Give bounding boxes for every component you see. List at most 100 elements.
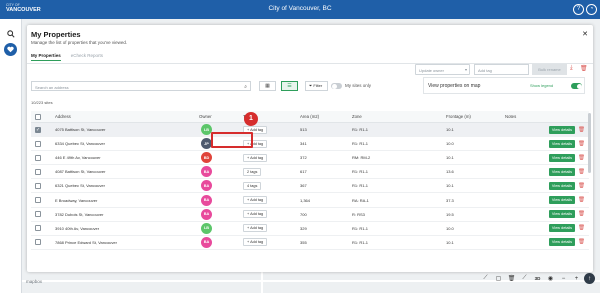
add-tag-button[interactable]: + Add tag <box>243 196 268 205</box>
address-cell[interactable]: 4075 Battison St, Vancouver <box>55 123 105 136</box>
address-cell[interactable]: E Broadway, Vancouver <box>55 193 97 206</box>
zone-cell: R1: R1-1 <box>352 239 369 245</box>
avatar[interactable]: BA <box>201 208 212 220</box>
zone-cell: RA: RA-1 <box>352 197 369 203</box>
tab-my-properties[interactable]: My Properties <box>31 53 61 61</box>
table-row[interactable]: 3910 40th Av, Vancouver LB + Add tag 329 R1:… <box>31 221 589 236</box>
area-cell: 367 <box>300 183 307 189</box>
view-details-button[interactable]: View details <box>549 167 575 176</box>
col-notes[interactable]: Notes <box>505 111 516 122</box>
table-row[interactable]: 6321 Quebec St, Vancouver BA 4 tags 367 R1: … <box>31 179 589 194</box>
filter-button[interactable]: ⏷ Filter <box>305 81 328 91</box>
account-icon[interactable]: ◔ <box>586 4 597 15</box>
search-icon[interactable] <box>4 27 17 40</box>
view-on-map-toggle[interactable] <box>571 83 582 89</box>
trash-icon[interactable]: 🗑 <box>578 197 585 203</box>
view-details-button[interactable]: View details <box>549 210 575 219</box>
table-row[interactable]: 4087 Battison St, Vancouver BA 2 tags 617 R1… <box>31 165 589 180</box>
table-row[interactable]: 446 E 49th Av, Vancouver BD + Add tag 372 RM… <box>31 151 589 166</box>
view-details-button[interactable]: View details <box>549 153 575 162</box>
zoom-in-icon[interactable]: + <box>571 273 582 284</box>
update-owner-select[interactable]: Update owner ▾ <box>415 64 470 75</box>
grid-view-button[interactable]: ▦ <box>259 81 276 91</box>
view-details-button[interactable]: View details <box>549 238 575 247</box>
avatar[interactable]: BA <box>201 166 212 178</box>
address-cell[interactable]: 6334 Quebec St, Vancouver <box>55 137 105 150</box>
add-tag-button[interactable]: 4 tags <box>243 181 262 190</box>
avatar[interactable]: BA <box>201 194 212 206</box>
trash-icon[interactable]: 🗑 <box>578 155 585 161</box>
trash-icon[interactable]: 🗑 <box>578 127 585 133</box>
avatar[interactable]: BA <box>201 236 212 248</box>
add-tag-input[interactable]: Add tag <box>474 64 529 75</box>
select-all-checkbox[interactable] <box>35 111 41 122</box>
tab-echeck-reports[interactable]: eCheck Reports <box>71 53 103 61</box>
area-cell: 700 <box>300 211 307 217</box>
add-tag-button[interactable]: + Add tag <box>243 238 268 247</box>
row-checkbox[interactable] <box>35 179 41 192</box>
table-scrollbar[interactable] <box>588 113 591 173</box>
row-checkbox[interactable] <box>35 137 41 150</box>
view-details-button[interactable]: View details <box>549 125 575 134</box>
row-checkbox[interactable] <box>35 193 41 206</box>
table-row[interactable]: 7868 Prince Edward St, Vancouver BA + Add … <box>31 235 589 250</box>
ruler-icon[interactable]: ⟋ <box>519 273 530 284</box>
trash-icon[interactable]: 🗑 <box>578 225 585 231</box>
list-view-button[interactable]: ☰ <box>281 81 298 91</box>
row-checkbox[interactable] <box>35 208 41 221</box>
draw-polygon-icon[interactable]: ▢ <box>493 273 504 284</box>
measure-icon[interactable]: ⟋ <box>480 273 491 284</box>
table-row[interactable]: 6334 Quebec St, Vancouver JP + Add tag 341 R… <box>31 137 589 152</box>
col-frontage[interactable]: Frontage (m) <box>446 111 471 122</box>
avatar[interactable]: BD <box>201 152 212 164</box>
delete-icon[interactable]: 🗑 <box>506 273 517 284</box>
address-cell[interactable]: 7868 Prince Edward St, Vancouver <box>55 236 117 249</box>
avatar[interactable]: BA <box>201 180 212 192</box>
bulk-rename-button[interactable]: Bulk rename <box>532 64 567 75</box>
col-zone[interactable]: Zone <box>352 111 362 122</box>
heart-icon[interactable] <box>4 43 17 56</box>
row-checkbox[interactable] <box>35 222 41 235</box>
add-tag-button[interactable]: + Add tag <box>243 224 268 233</box>
compass-icon[interactable]: ↑ <box>584 273 595 284</box>
table-row[interactable]: E Broadway, Vancouver BA + Add tag 1,364 RA:… <box>31 193 589 208</box>
col-area[interactable]: Area (m2) <box>300 111 319 122</box>
col-address[interactable]: Address <box>55 111 71 122</box>
add-tag-button[interactable]: 2 tags <box>243 167 262 176</box>
bulk-delete-icon[interactable]: 🗑 <box>580 65 588 72</box>
table-row[interactable]: 3782 Dubois St, Vancouver BA + Add tag 700 R… <box>31 207 589 222</box>
filter-label: Filter <box>313 83 323 88</box>
view-details-button[interactable]: View details <box>549 181 575 190</box>
address-cell[interactable]: 446 E 49th Av, Vancouver <box>55 151 101 164</box>
search-input[interactable]: Search an address ⌕ <box>31 81 251 91</box>
row-checkbox[interactable] <box>35 236 41 249</box>
show-legend-link[interactable]: Show legend <box>530 83 553 88</box>
zoom-out-icon[interactable]: − <box>558 273 569 284</box>
trash-icon[interactable]: 🗑 <box>578 211 585 217</box>
table-row[interactable]: ✓ 4075 Battison St, Vancouver LB + Add tag 5… <box>31 123 589 138</box>
row-checkbox[interactable]: ✓ <box>35 123 41 136</box>
address-cell[interactable]: 4087 Battison St, Vancouver <box>55 165 105 178</box>
close-icon[interactable]: ✕ <box>582 30 588 38</box>
toggle-3d-button[interactable]: 3D <box>532 273 543 284</box>
address-cell[interactable]: 3910 40th Av, Vancouver <box>55 222 99 235</box>
trash-icon[interactable]: 🗑 <box>578 183 585 189</box>
trash-icon[interactable]: 🗑 <box>578 141 585 147</box>
address-cell[interactable]: 3782 Dubois St, Vancouver <box>55 208 103 221</box>
download-icon[interactable]: ⤓ <box>570 65 573 72</box>
view-details-button[interactable]: View details <box>549 224 575 233</box>
view-details-button[interactable]: View details <box>549 196 575 205</box>
camera-icon[interactable]: ◉ <box>545 273 556 284</box>
add-tag-button[interactable]: + Add tag <box>243 153 268 162</box>
help-icon[interactable]: ? <box>573 4 584 15</box>
add-tag-button[interactable]: + Add tag <box>243 210 268 219</box>
view-details-button[interactable]: View details <box>549 139 575 148</box>
trash-icon[interactable]: 🗑 <box>578 169 585 175</box>
trash-icon[interactable]: 🗑 <box>578 239 585 245</box>
my-sites-only-toggle[interactable] <box>331 83 342 89</box>
address-cell[interactable]: 6321 Quebec St, Vancouver <box>55 179 105 192</box>
avatar[interactable]: LB <box>201 222 212 234</box>
col-owner[interactable]: Owner <box>199 111 212 122</box>
row-checkbox[interactable] <box>35 151 41 164</box>
row-checkbox[interactable] <box>35 165 41 178</box>
